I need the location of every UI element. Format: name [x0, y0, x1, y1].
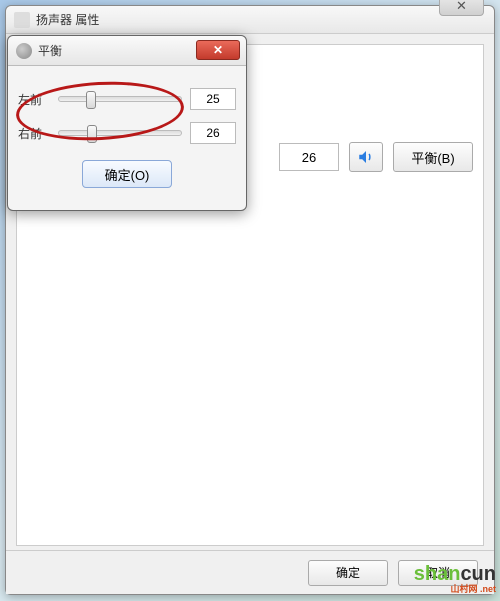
- balance-titlebar[interactable]: 平衡 ✕: [8, 36, 246, 66]
- mute-button[interactable]: [349, 142, 383, 172]
- speaker-sound-icon: [357, 148, 375, 166]
- speaker-icon: [14, 12, 30, 28]
- balance-dialog: 平衡 ✕ 左前 25 右前 26 确定(O): [7, 35, 247, 211]
- balance-close-button[interactable]: ✕: [196, 40, 240, 60]
- slider-row-right: 右前 26: [18, 118, 236, 148]
- main-titlebar[interactable]: 扬声器 属性 ✕: [6, 6, 494, 34]
- main-close-button[interactable]: ✕: [439, 0, 484, 16]
- balance-dialog-title: 平衡: [38, 42, 62, 59]
- right-front-slider[interactable]: [58, 130, 182, 136]
- left-front-value[interactable]: 25: [190, 88, 236, 110]
- left-front-slider[interactable]: [58, 96, 182, 102]
- close-icon: ✕: [456, 0, 467, 14]
- balance-ok-button[interactable]: 确定(O): [82, 160, 172, 188]
- left-front-slider-thumb[interactable]: [86, 91, 96, 109]
- close-icon: ✕: [213, 43, 223, 57]
- balance-dialog-icon: [16, 43, 32, 59]
- right-front-label: 右前: [18, 125, 50, 142]
- balance-button[interactable]: 平衡(B): [393, 142, 473, 172]
- main-ok-button[interactable]: 确定: [308, 560, 388, 586]
- slider-row-left: 左前 25: [18, 84, 236, 114]
- right-front-value[interactable]: 26: [190, 122, 236, 144]
- left-front-label: 左前: [18, 91, 50, 108]
- main-cancel-button[interactable]: 取消: [398, 560, 478, 586]
- main-button-bar: 确定 取消: [6, 550, 494, 594]
- main-window-title: 扬声器 属性: [36, 11, 99, 28]
- level-value: 26: [279, 143, 339, 171]
- right-front-slider-thumb[interactable]: [87, 125, 97, 143]
- balance-dialog-body: 左前 25 右前 26 确定(O): [8, 66, 246, 198]
